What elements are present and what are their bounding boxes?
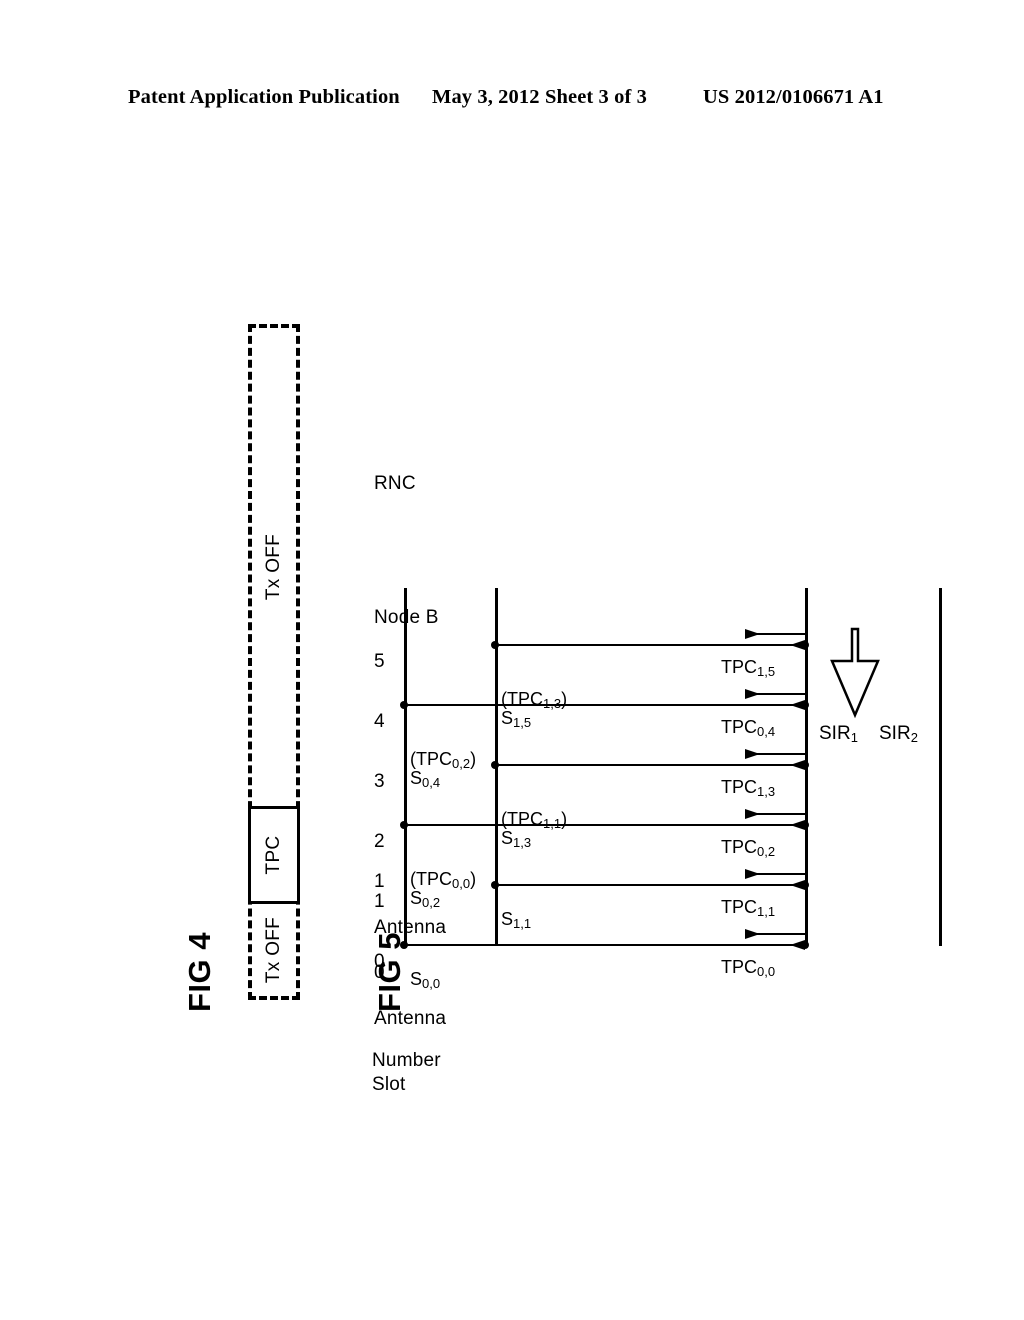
actor-label-antenna-1-index: 1 xyxy=(374,871,385,892)
slot-number-header-line2: Number xyxy=(372,1050,441,1071)
fig4-cell-tx-off-left: Tx OFF xyxy=(263,916,284,984)
sir-block-arrow xyxy=(824,626,891,721)
uplink-line-slot-3 xyxy=(495,764,805,766)
uplink-line-slot-1 xyxy=(495,884,805,886)
downlink-label-slot-1: TPC1,1 xyxy=(721,897,776,919)
slot-number-5: 5 xyxy=(374,651,385,672)
sir2-label: SIR2 xyxy=(879,723,918,745)
downlink-arrowhead-slot-0 xyxy=(745,929,760,940)
downlink-label-slot-4: TPC0,4 xyxy=(721,717,776,739)
downlink-arrowhead-slot-5 xyxy=(745,629,760,640)
uplink-label-slot-1: S1,1 xyxy=(501,909,532,931)
fig4-cell-tpc: TPC xyxy=(248,806,300,904)
lifeline-antenna-0 xyxy=(404,588,407,946)
publication-header: Patent Application Publication May 3, 20… xyxy=(0,86,1024,116)
uplink-label-slot-5: (TPC1,3) S1,5 xyxy=(501,689,568,731)
uplink-label-slot-4: (TPC0,2) S0,4 xyxy=(410,749,477,791)
uplink-endpoint-dot xyxy=(400,941,408,950)
header-title: Patent Application Publication xyxy=(128,86,400,108)
actor-label-antenna-1-word: Antenna xyxy=(374,917,447,938)
slot-number-4: 4 xyxy=(374,711,385,732)
downlink-label-slot-0: TPC0,0 xyxy=(721,957,776,979)
header-publication-number: US 2012/0106671 A1 xyxy=(703,86,884,108)
uplink-line-slot-4 xyxy=(404,704,805,706)
actor-label-rnc: RNC xyxy=(374,473,416,494)
figure-4-label: FIG 4 xyxy=(182,931,217,1012)
uplink-line-slot-5 xyxy=(495,644,805,646)
header-date: May 3, 2012 xyxy=(432,86,540,108)
slot-number-header-line1: Slot xyxy=(372,1074,406,1095)
sir1-label: SIR1 xyxy=(819,723,858,745)
figure-4-diagram: Tx OFF TPC Tx OFF xyxy=(248,324,300,1000)
downlink-arrowhead-slot-4 xyxy=(745,689,760,700)
slot-number-2: 2 xyxy=(374,831,385,852)
slot-number-1: 1 xyxy=(374,891,385,912)
downlink-arrowhead-slot-1 xyxy=(745,869,760,880)
sir-block-arrow-shape xyxy=(830,627,880,719)
figure-5-diagram: Antenna 0 Antenna 1 Node B RNC Slot Numb… xyxy=(372,386,942,1095)
uplink-line-slot-0 xyxy=(404,944,805,946)
downlink-label-slot-2: TPC0,2 xyxy=(721,837,776,859)
downlink-arrowhead-slot-3 xyxy=(745,749,760,760)
patent-sheet-page: Patent Application Publication May 3, 20… xyxy=(0,0,1024,1320)
actor-label-antenna-0-word: Antenna xyxy=(374,1008,447,1029)
header-sheet: Sheet 3 of 3 xyxy=(545,86,647,108)
uplink-label-slot-0: S0,0 xyxy=(410,969,441,991)
downlink-label-slot-5: TPC1,5 xyxy=(721,657,776,679)
uplink-line-slot-2 xyxy=(404,824,805,826)
uplink-label-slot-3: (TPC1,1) S1,3 xyxy=(501,809,568,851)
fig4-cell-tx-off-right: Tx OFF xyxy=(263,533,284,601)
lifeline-rnc xyxy=(939,588,942,946)
uplink-endpoint-dot xyxy=(801,941,809,950)
uplink-label-slot-2: (TPC0,0) S0,2 xyxy=(410,869,477,911)
slot-number-3: 3 xyxy=(374,771,385,792)
downlink-arrowhead-slot-2 xyxy=(745,809,760,820)
downlink-label-slot-3: TPC1,3 xyxy=(721,777,776,799)
actor-label-node-b: Node B xyxy=(374,607,439,628)
slot-number-0: 0 xyxy=(374,951,385,972)
